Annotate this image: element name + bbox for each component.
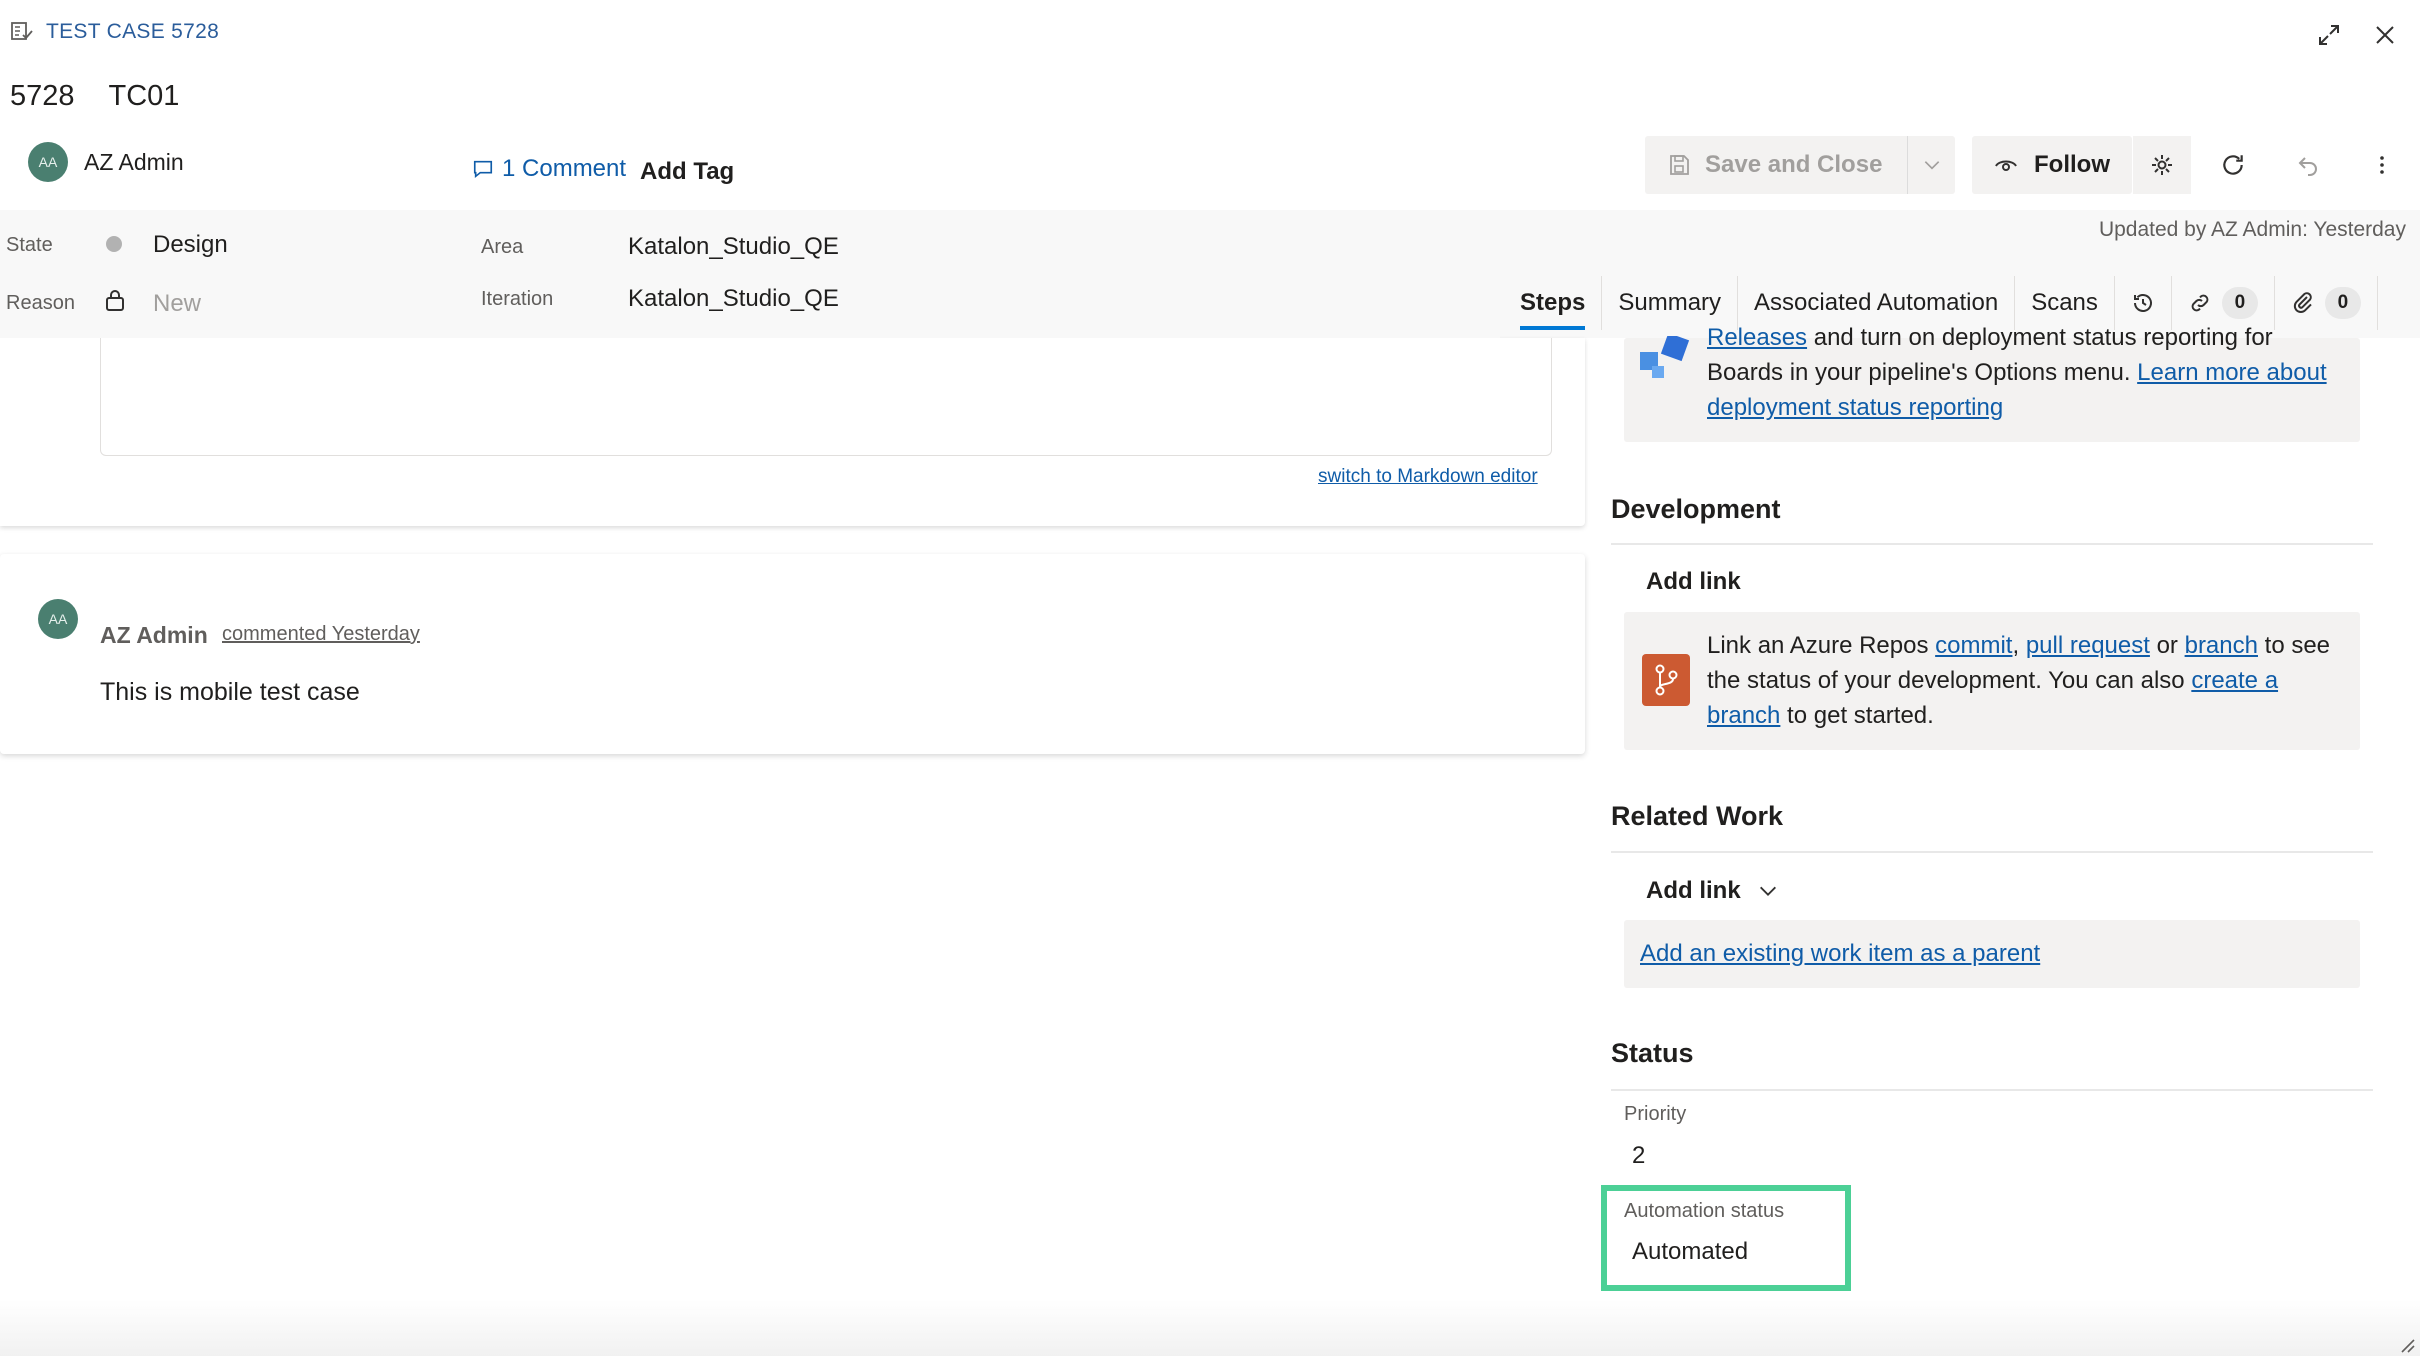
links-count: 0 bbox=[2221, 287, 2258, 319]
follow-label: Follow bbox=[2034, 151, 2110, 178]
updated-info: Updated by AZ Admin: Yesterday bbox=[2098, 218, 2406, 241]
comment-icon bbox=[473, 160, 493, 179]
save-options-dropdown[interactable] bbox=[1907, 136, 1955, 194]
tab-steps[interactable]: Steps bbox=[1504, 276, 1603, 330]
assigned-to[interactable]: AA AZ Admin bbox=[28, 142, 184, 182]
automation-status-field[interactable]: Automated bbox=[1632, 1238, 1748, 1266]
development-text-1: Link an Azure Repos bbox=[1707, 632, 1936, 659]
lock-icon bbox=[104, 288, 126, 317]
eye-icon bbox=[1995, 160, 2017, 171]
deployment-text-2: Boards in your pipeline's Options menu. bbox=[1707, 359, 2138, 386]
save-icon bbox=[1670, 155, 1689, 175]
development-comma: , bbox=[2012, 632, 2026, 659]
test-case-icon bbox=[11, 22, 33, 40]
switch-markdown-editor-link[interactable]: switch to Markdown editor bbox=[1318, 466, 1538, 488]
attachments-count: 0 bbox=[2324, 287, 2361, 319]
deployment-icon bbox=[1638, 332, 1690, 387]
paperclip-icon bbox=[2293, 292, 2312, 313]
deployment-text: Releases and turn on deployment status r… bbox=[1707, 320, 2357, 425]
work-item-type-label: TEST CASE 5728 bbox=[46, 20, 220, 43]
add-existing-parent-link[interactable]: Add an existing work item as a parent bbox=[1640, 940, 2040, 968]
settings-button[interactable] bbox=[2133, 136, 2191, 194]
development-text: Link an Azure Repos commit, pull request… bbox=[1707, 628, 2357, 733]
bottom-edge bbox=[0, 1300, 2420, 1356]
development-or: or bbox=[2149, 632, 2185, 659]
learn-more-link[interactable]: Learn more about bbox=[2137, 359, 2326, 386]
chevron-down-icon bbox=[1759, 886, 1776, 896]
related-work-divider bbox=[1611, 851, 2373, 853]
development-text-2: to see bbox=[2257, 632, 2331, 659]
development-add-link-label: Add link bbox=[1646, 568, 1741, 595]
deployment-text-1: and turn on deployment status reporting … bbox=[1807, 324, 2273, 351]
deployment-status-link[interactable]: deployment status reporting bbox=[1707, 394, 2003, 421]
priority-field[interactable]: 2 bbox=[1632, 1142, 1645, 1170]
more-vertical-icon bbox=[2380, 156, 2384, 174]
resize-grip-icon[interactable] bbox=[2398, 1336, 2416, 1356]
reason-field-top: New bbox=[153, 290, 202, 317]
work-item-title-text[interactable]: TC01 bbox=[109, 80, 180, 113]
git-branch-icon bbox=[1642, 654, 1690, 706]
comment-timestamp[interactable]: commented Yesterday bbox=[222, 623, 420, 646]
create-a-link[interactable]: create a bbox=[2191, 667, 2278, 694]
area-label: Area bbox=[481, 236, 524, 258]
comment-editor[interactable] bbox=[100, 338, 1552, 456]
development-add-link-button[interactable]: Add link bbox=[1646, 568, 1741, 596]
status-divider bbox=[1611, 1089, 2373, 1091]
iteration-field-top[interactable]: Katalon_Studio_QE bbox=[628, 285, 839, 313]
undo-button[interactable] bbox=[2288, 145, 2328, 185]
save-and-close-label: Save and Close bbox=[1705, 151, 1883, 178]
development-divider bbox=[1611, 543, 2373, 545]
state-field[interactable]: Design bbox=[153, 231, 228, 259]
comment-avatar: AA bbox=[38, 599, 78, 639]
related-work-add-link-button[interactable]: Add link bbox=[1646, 877, 1779, 905]
development-section-title: Development bbox=[1611, 494, 1781, 524]
state-label: State bbox=[6, 234, 53, 256]
refresh-icon bbox=[2223, 155, 2243, 175]
comment-author: AZ Admin bbox=[100, 622, 208, 648]
expand-icon[interactable] bbox=[2312, 18, 2346, 52]
iteration-label-top: Iteration bbox=[481, 288, 554, 310]
comments-link[interactable]: 1 Comment bbox=[472, 155, 626, 183]
close-icon[interactable] bbox=[2368, 18, 2402, 52]
refresh-button[interactable] bbox=[2213, 145, 2253, 185]
priority-label: Priority bbox=[1624, 1103, 1687, 1125]
save-and-close-button[interactable]: Save and Close bbox=[1645, 136, 1907, 194]
avatar: AA bbox=[28, 142, 68, 182]
related-work-section-title: Related Work bbox=[1611, 801, 1784, 831]
branch-link[interactable]: branch bbox=[2185, 632, 2258, 659]
state-indicator bbox=[106, 236, 122, 252]
reason-label-top: Reason bbox=[6, 292, 75, 314]
pull-request-link[interactable]: pull request bbox=[2026, 632, 2150, 659]
link-icon bbox=[2191, 294, 2209, 312]
comment-card bbox=[0, 554, 1585, 754]
automation-status-label: Automation status bbox=[1624, 1200, 1785, 1222]
development-text-3: the status of your development. You can … bbox=[1707, 667, 2192, 694]
comments-link-label: 1 Comment bbox=[502, 155, 627, 182]
commit-link[interactable]: commit bbox=[1935, 632, 2012, 659]
chevron-down-icon bbox=[1924, 161, 1939, 170]
work-item-type: TEST CASE 5728 bbox=[10, 20, 219, 44]
releases-link[interactable]: Releases bbox=[1707, 324, 1807, 351]
work-item-id: 5728 bbox=[10, 80, 75, 112]
assigned-to-name: AZ Admin bbox=[84, 148, 184, 175]
more-actions-button[interactable] bbox=[2362, 145, 2402, 185]
development-text-4: to get started. bbox=[1780, 702, 1934, 729]
work-item-title[interactable]: 5728 TC01 bbox=[10, 80, 179, 113]
gear-icon bbox=[2152, 155, 2172, 175]
follow-button[interactable]: Follow bbox=[1972, 136, 2132, 194]
add-tag-button[interactable]: Add Tag bbox=[640, 158, 734, 186]
history-icon bbox=[2133, 294, 2152, 312]
status-section-title: Status bbox=[1611, 1038, 1694, 1068]
save-close-group: Save and Close bbox=[1645, 136, 1955, 194]
undo-icon bbox=[2298, 157, 2317, 176]
create-branch-link[interactable]: branch bbox=[1707, 702, 1780, 729]
comment-text: This is mobile test case bbox=[100, 678, 360, 706]
related-work-add-link-label: Add link bbox=[1646, 877, 1741, 904]
area-field[interactable]: Katalon_Studio_QE bbox=[628, 233, 839, 261]
